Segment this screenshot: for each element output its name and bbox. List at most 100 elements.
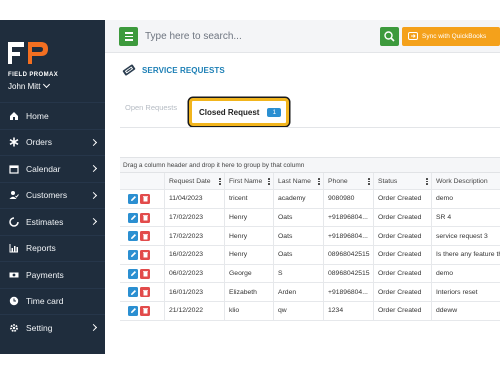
home-icon: [9, 111, 19, 121]
tab-closed-request[interactable]: Closed Request 1: [189, 98, 289, 126]
cell-phone: +91896804...: [323, 227, 373, 246]
cell-desc: demo: [431, 264, 500, 283]
cell-desc: ddeww: [431, 302, 500, 320]
sidebar-item-customers[interactable]: Customers: [0, 181, 105, 209]
delete-icon[interactable]: [140, 249, 150, 260]
column-header-request-date[interactable]: Request Date: [164, 173, 224, 189]
row-actions: [126, 227, 164, 245]
sidebar-item-calendar[interactable]: Calendar: [0, 155, 105, 182]
page-header: SERVICE REQUESTS: [121, 63, 225, 77]
tabs-divider: [120, 127, 500, 128]
column-header-phone[interactable]: Phone: [323, 173, 373, 189]
column-menu-icon[interactable]: [368, 178, 370, 185]
table-row[interactable]: 11/04/2023 tricent academy 9080980 Order Cre…: [120, 190, 500, 209]
delete-icon[interactable]: [140, 305, 150, 316]
sidebar-item-label: Home: [26, 110, 49, 121]
sidebar-item-home[interactable]: Home: [0, 102, 105, 129]
cell-date: 21/12/2022: [164, 302, 224, 320]
column-menu-icon[interactable]: [219, 178, 221, 185]
delete-icon[interactable]: [140, 231, 150, 242]
column-header-first-name[interactable]: First Name: [224, 173, 273, 189]
cell-desc: demo: [431, 190, 500, 208]
column-menu-icon[interactable]: [426, 178, 428, 185]
sidebar-item-label: Estimates: [26, 216, 64, 227]
money-icon: [9, 270, 19, 280]
search-button[interactable]: [380, 27, 399, 46]
delete-icon[interactable]: [140, 212, 150, 223]
clock-icon: [9, 296, 19, 306]
cell-date: 17/02/2023: [164, 227, 224, 246]
cell-date: 11/04/2023: [164, 190, 224, 208]
sidebar-item-estimates[interactable]: Estimates: [0, 208, 105, 235]
edit-icon[interactable]: [128, 305, 138, 316]
sidebar-item-time-card[interactable]: Time card: [0, 287, 105, 315]
tab-label: Closed Request: [199, 107, 260, 117]
sidebar-item-label: Payments: [26, 269, 64, 280]
column-header-last-name[interactable]: Last Name: [273, 173, 323, 189]
cell-last: Oats: [273, 246, 323, 264]
table-row[interactable]: 16/02/2023 Henry Oats 08968042515 Order Crea…: [120, 246, 500, 265]
column-header-work-description[interactable]: Work Description: [431, 173, 500, 189]
table-row[interactable]: 21/12/2022 klio qw 1234 Order Created ddeww: [120, 302, 500, 321]
edit-icon[interactable]: [128, 268, 138, 279]
table-row[interactable]: 17/02/2023 Henry Oats +91896804... Order Cre…: [120, 208, 500, 228]
search-input[interactable]: [145, 26, 377, 47]
cell-date: 06/02/2023: [164, 264, 224, 283]
column-header-status[interactable]: Status: [373, 173, 431, 189]
row-actions: [126, 209, 164, 227]
service-requests-grid: Request Date First Name Last Name Phone …: [120, 173, 500, 321]
cell-first: Henry: [224, 246, 273, 264]
edit-icon[interactable]: [128, 193, 138, 204]
cell-last: qw: [273, 302, 323, 320]
sidebar-item-reports[interactable]: Reports: [0, 234, 105, 262]
chevron-right-icon: [89, 217, 98, 226]
cell-date: 17/02/2023: [164, 208, 224, 227]
cell-last: S: [273, 264, 323, 283]
edit-icon[interactable]: [128, 249, 138, 260]
chart-icon: [9, 243, 19, 253]
actions-header: [126, 173, 164, 189]
chevron-right-icon: [89, 191, 98, 199]
cell-status: Order Created: [373, 246, 431, 264]
table-row[interactable]: 16/01/2023 Elizabeth Arden +91896804... Orde…: [120, 283, 500, 303]
cell-status: Order Created: [373, 302, 431, 320]
search-icon: [384, 31, 395, 42]
sidebar-item-label: Orders: [26, 137, 52, 148]
cell-last: Oats: [273, 227, 323, 246]
field-promax-logo: [8, 42, 48, 64]
delete-icon[interactable]: [140, 193, 150, 204]
asterisk-icon: [9, 137, 19, 147]
group-by-hint: Drag a column header and drop it here to…: [123, 161, 305, 169]
menu-toggle-button[interactable]: [119, 27, 138, 46]
count-badge: 1: [267, 107, 282, 117]
cell-phone: 08968042515: [323, 246, 373, 264]
sidebar-item-setting[interactable]: Setting: [0, 314, 105, 341]
tab-open-requests[interactable]: Open Requests: [125, 103, 177, 112]
row-actions: [126, 246, 164, 264]
edit-icon[interactable]: [128, 212, 138, 223]
row-actions: [126, 302, 164, 320]
sidebar-item-label: Reports: [26, 243, 56, 254]
delete-icon[interactable]: [140, 287, 150, 298]
sidebar-item-label: Setting: [26, 322, 53, 333]
chevron-right-icon: [89, 138, 98, 146]
cell-desc: Is there any feature tha: [431, 246, 500, 264]
edit-icon[interactable]: [128, 231, 138, 242]
delete-icon[interactable]: [140, 268, 150, 279]
group-by-drop-area[interactable]: Drag a column header and drop it here to…: [120, 157, 500, 173]
row-actions: [126, 190, 164, 208]
edit-icon[interactable]: [128, 287, 138, 298]
sync-quickbooks-button[interactable]: Sync with QuickBooks: [402, 27, 500, 46]
column-menu-icon[interactable]: [268, 178, 270, 185]
table-row[interactable]: 17/02/2023 Henry Oats +91896804... Order Cre…: [120, 227, 500, 247]
row-actions: [126, 283, 164, 301]
cell-phone: 08968042515: [323, 264, 373, 283]
sidebar-item-orders[interactable]: Orders: [0, 128, 105, 156]
user-menu[interactable]: John Mitt: [8, 80, 51, 91]
cell-last: Arden: [273, 283, 323, 302]
page-title: SERVICE REQUESTS: [142, 65, 225, 75]
column-menu-icon[interactable]: [318, 178, 320, 185]
sidebar-item-payments[interactable]: Payments: [0, 261, 105, 288]
cell-phone: +91896804...: [323, 208, 373, 227]
table-row[interactable]: 06/02/2023 George S 08968042515 Order Create…: [120, 264, 500, 284]
